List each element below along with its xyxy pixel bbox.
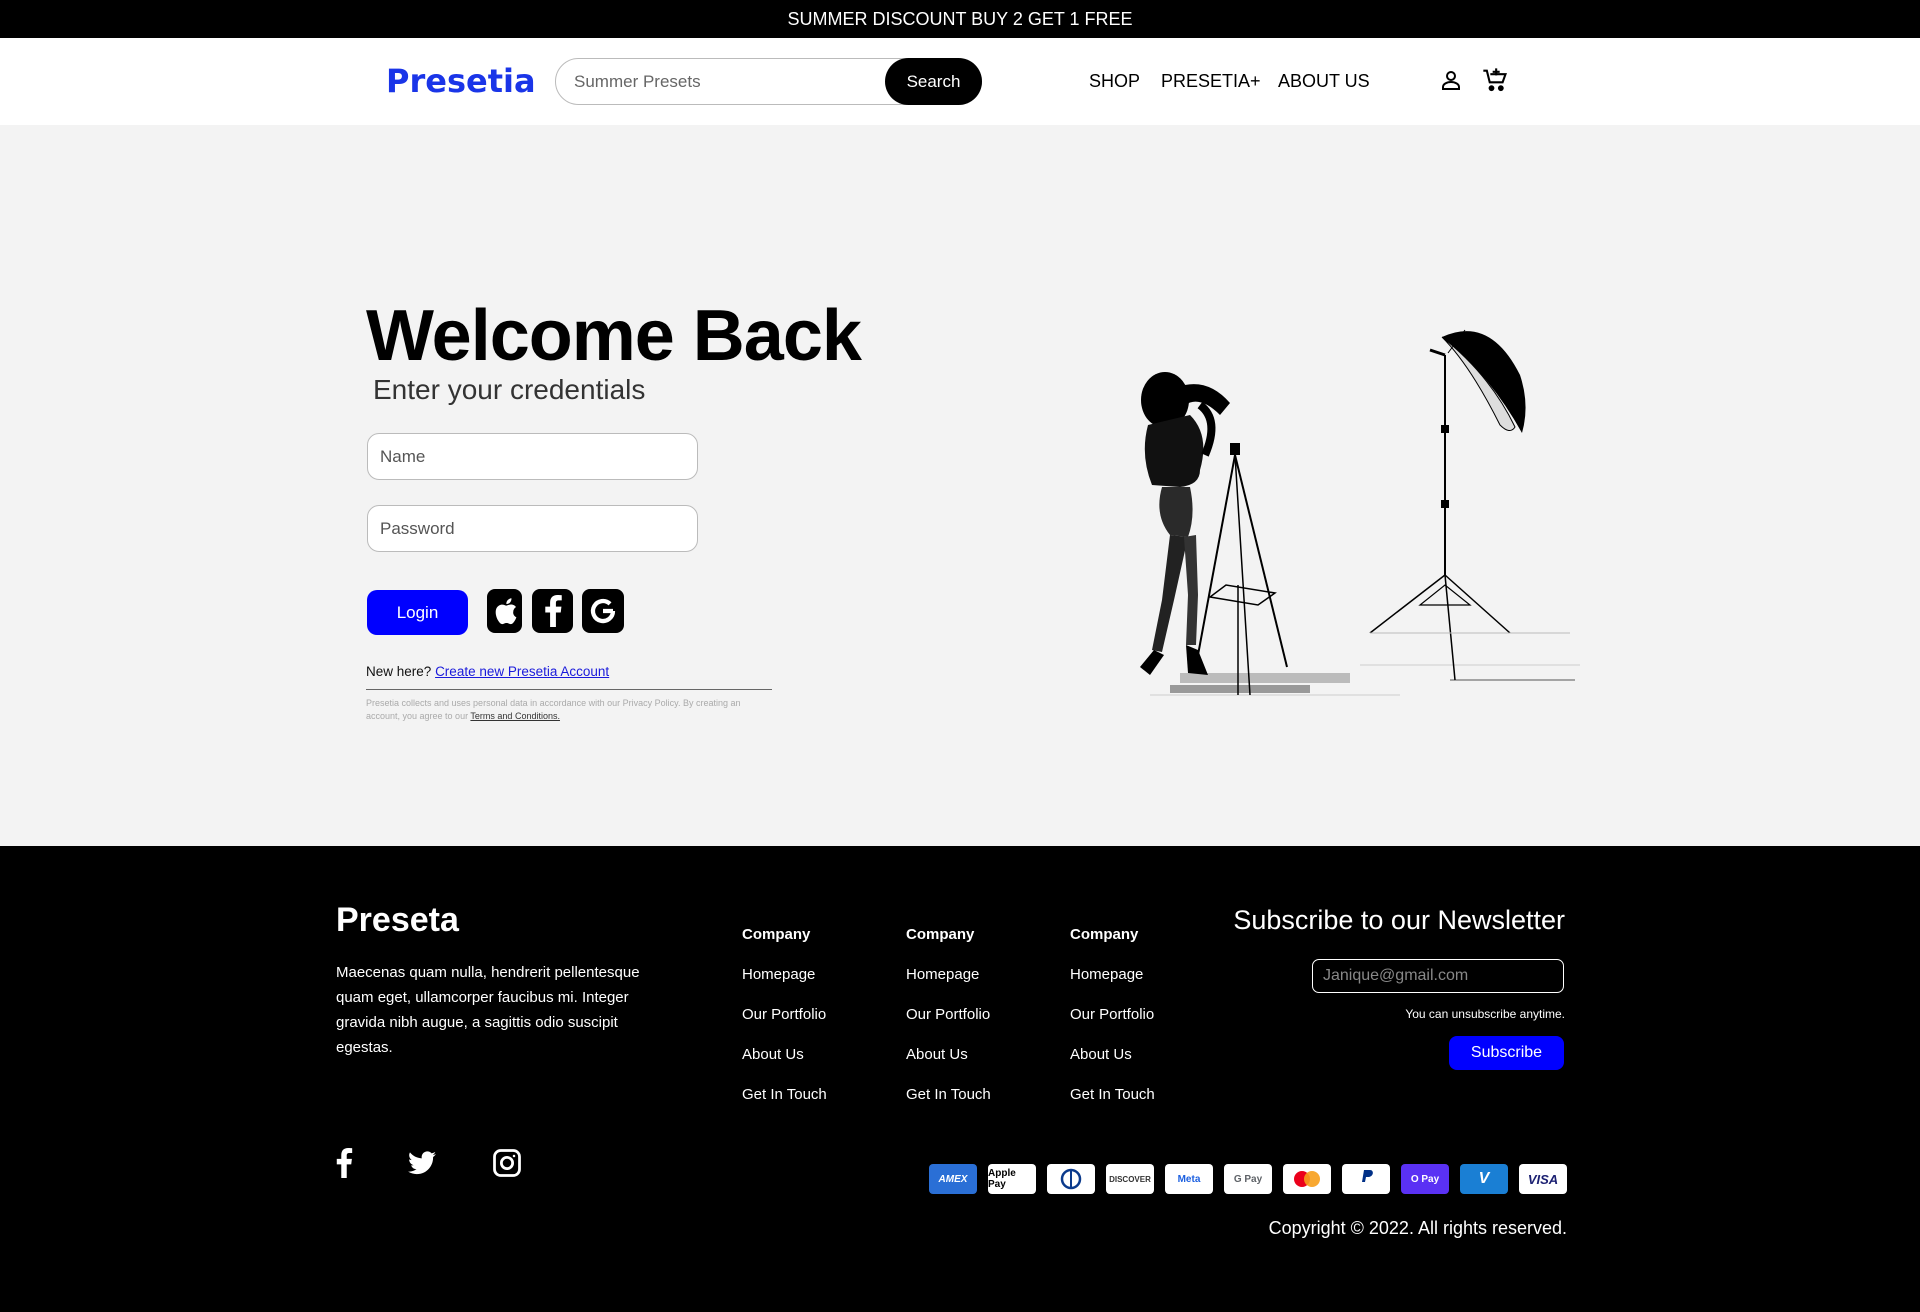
footer-link-about[interactable]: About Us — [742, 1046, 827, 1086]
newsletter-email-field[interactable] — [1312, 959, 1564, 993]
copyright-text: Copyright © 2022. All rights reserved. — [1268, 1218, 1567, 1238]
twitter-icon[interactable] — [405, 1146, 439, 1180]
search-input[interactable] — [574, 59, 874, 104]
password-field[interactable] — [367, 505, 698, 552]
site-header: Presetia Search SHOP PRESETIA+ ABOUT US — [0, 38, 1920, 125]
payment-amex-icon: AMEX — [929, 1164, 977, 1194]
site-footer: Preseta Maecenas quam nulla, hendrerit p… — [0, 846, 1920, 1312]
payment-paypal-icon — [1342, 1164, 1390, 1194]
footer-link-homepage[interactable]: Homepage — [1070, 966, 1155, 1006]
nav-presetia-plus[interactable]: PRESETIA+ — [1161, 71, 1261, 92]
new-here-label: New here? — [366, 664, 432, 679]
footer-link-portfolio[interactable]: Our Portfolio — [742, 1006, 827, 1046]
person-icon[interactable] — [1435, 64, 1467, 96]
promo-banner: SUMMER DISCOUNT BUY 2 GET 1 FREE — [0, 0, 1920, 38]
payment-discover-icon: DISCOVER — [1106, 1164, 1154, 1194]
brand-logo[interactable]: Presetia — [386, 62, 536, 100]
apple-icon[interactable] — [487, 589, 522, 633]
footer-link-homepage[interactable]: Homepage — [906, 966, 991, 1006]
privacy-notice: Presetia collects and uses personal data… — [366, 697, 776, 723]
footer-link-portfolio[interactable]: Our Portfolio — [1070, 1006, 1155, 1046]
cart-icon[interactable] — [1479, 64, 1511, 96]
footer-link-contact[interactable]: Get In Touch — [1070, 1086, 1155, 1126]
instagram-icon[interactable] — [490, 1146, 524, 1180]
footer-link-contact[interactable]: Get In Touch — [906, 1086, 991, 1126]
newsletter-title: Subscribe to our Newsletter — [1233, 905, 1565, 935]
new-account-prompt: New here? Create new Presetia Account — [366, 664, 609, 679]
footer-column-heading: Company — [742, 926, 811, 943]
nav-shop[interactable]: SHOP — [1089, 71, 1140, 92]
payment-visa-icon: VISA — [1519, 1164, 1567, 1194]
payment-mastercard-icon — [1283, 1164, 1331, 1194]
footer-link-homepage[interactable]: Homepage — [742, 966, 827, 1006]
footer-column: Company Homepage Our Portfolio About Us … — [906, 926, 991, 1126]
newsletter-note: You can unsubscribe anytime. — [1405, 1007, 1565, 1021]
page-subtitle: Enter your credentials — [373, 374, 646, 405]
footer-link-about[interactable]: About Us — [1070, 1046, 1155, 1086]
subscribe-button[interactable]: Subscribe — [1449, 1036, 1564, 1070]
payment-meta-icon: Meta — [1165, 1164, 1213, 1194]
footer-description: Maecenas quam nulla, hendrerit pellentes… — [336, 964, 640, 1056]
payment-venmo-icon: V — [1460, 1164, 1508, 1194]
footer-column-heading: Company — [906, 926, 975, 943]
login-section: Welcome Back Enter your credentials Logi… — [0, 125, 1920, 846]
footer-column-heading: Company — [1070, 926, 1139, 943]
login-button[interactable]: Login — [367, 590, 468, 635]
payment-gpay-icon: G Pay — [1224, 1164, 1272, 1194]
photographer-illustration — [1140, 329, 1580, 696]
facebook-icon[interactable] — [327, 1146, 361, 1180]
payment-opay-icon: O Pay — [1401, 1164, 1449, 1194]
search-bar: Search — [555, 58, 982, 105]
footer-link-about[interactable]: About Us — [906, 1046, 991, 1086]
payment-applepay-icon: Apple Pay — [988, 1164, 1036, 1194]
google-icon[interactable] — [582, 589, 624, 633]
divider — [366, 689, 772, 690]
facebook-icon[interactable] — [532, 589, 573, 633]
page-title: Welcome Back — [366, 296, 862, 376]
footer-link-contact[interactable]: Get In Touch — [742, 1086, 827, 1126]
promo-text: SUMMER DISCOUNT BUY 2 GET 1 FREE — [787, 8, 1133, 29]
name-field[interactable] — [367, 433, 698, 480]
create-account-link[interactable]: Create new Presetia Account — [435, 664, 609, 679]
terms-link[interactable]: Terms and Conditions. — [470, 711, 560, 721]
footer-link-portfolio[interactable]: Our Portfolio — [906, 1006, 991, 1046]
payment-diners-icon — [1047, 1164, 1095, 1194]
footer-column: Company Homepage Our Portfolio About Us … — [1070, 926, 1155, 1126]
footer-column: Company Homepage Our Portfolio About Us … — [742, 926, 827, 1126]
footer-logo: Preseta — [336, 901, 459, 939]
search-button[interactable]: Search — [885, 58, 982, 105]
nav-about-us[interactable]: ABOUT US — [1278, 71, 1370, 92]
